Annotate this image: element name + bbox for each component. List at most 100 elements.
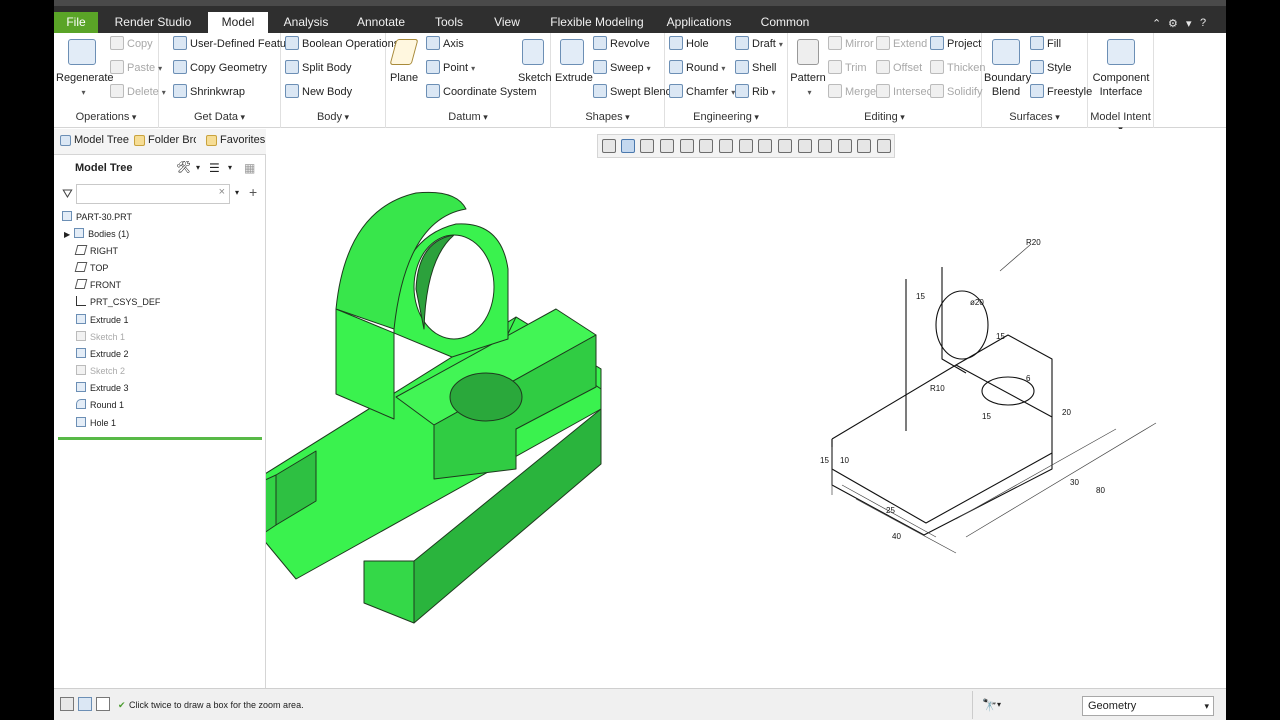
help-icon[interactable]: ? bbox=[1200, 17, 1206, 29]
tab-tools[interactable]: Tools bbox=[426, 12, 472, 33]
selection-filter-select[interactable]: Geometry ▾ bbox=[1082, 696, 1214, 716]
group-label-get-data[interactable]: Get Data bbox=[159, 111, 280, 123]
extend-button[interactable]: Extend bbox=[876, 35, 927, 53]
intersect-button[interactable]: Intersect bbox=[876, 83, 935, 101]
copy-button[interactable]: Copy bbox=[110, 35, 153, 53]
tree-columns-icon[interactable]: ▦ bbox=[244, 161, 255, 175]
group-label-shapes[interactable]: Shapes bbox=[551, 111, 664, 123]
sweep-icon bbox=[593, 60, 607, 74]
datum-plane-icon bbox=[74, 245, 88, 255]
tab-model-tree[interactable]: Model Tree bbox=[60, 134, 129, 146]
new-body-button[interactable]: New Body bbox=[285, 83, 352, 101]
round-button[interactable]: Round ▾ bbox=[669, 59, 725, 77]
mirror-button[interactable]: Mirror bbox=[828, 35, 874, 53]
dim-r20: R20 bbox=[1026, 238, 1041, 247]
find-dropdown-icon[interactable]: ▾ bbox=[997, 700, 1001, 709]
tree-node-csys[interactable]: PRT_CSYS_DEF bbox=[76, 295, 160, 310]
tree-node-top[interactable]: TOP bbox=[74, 261, 108, 276]
find-icon[interactable]: 🔭 bbox=[982, 698, 997, 712]
learning-icon[interactable]: ▾ bbox=[1186, 17, 1192, 30]
settings-gear-icon[interactable]: ⚙ bbox=[1168, 17, 1178, 30]
tree-node-extrude-1[interactable]: Extrude 1 bbox=[76, 313, 129, 328]
pattern-button[interactable]: Pattern ▾ bbox=[790, 39, 826, 100]
tree-node-extrude-3[interactable]: Extrude 3 bbox=[76, 381, 129, 396]
group-label-editing[interactable]: Editing bbox=[788, 111, 981, 123]
group-label-engineering[interactable]: Engineering bbox=[665, 111, 787, 123]
group-label-datum[interactable]: Datum bbox=[386, 111, 550, 123]
paste-button[interactable]: Paste ▾ bbox=[110, 59, 162, 77]
tab-folder-browser[interactable]: Folder Bro bbox=[134, 134, 196, 146]
tree-node-sketch-1[interactable]: Sketch 1 bbox=[76, 330, 125, 345]
group-label-body[interactable]: Body bbox=[281, 111, 385, 123]
rib-button[interactable]: Rib ▾ bbox=[735, 83, 776, 101]
dim-25: 25 bbox=[886, 506, 895, 515]
plane-button[interactable]: Plane bbox=[389, 39, 419, 85]
sweep-button[interactable]: Sweep ▾ bbox=[593, 59, 651, 77]
tree-show-icon[interactable]: ☰ bbox=[209, 161, 220, 175]
tree-node-right[interactable]: RIGHT bbox=[74, 244, 118, 259]
solidify-button[interactable]: Solidify bbox=[930, 83, 982, 101]
user-defined-feature-button[interactable]: User-Defined Feature bbox=[173, 35, 296, 53]
split-body-button[interactable]: Split Body bbox=[285, 59, 352, 77]
shell-button[interactable]: Shell bbox=[735, 59, 776, 77]
tab-common[interactable]: Common bbox=[754, 12, 816, 33]
group-label-surfaces[interactable]: Surfaces bbox=[982, 111, 1087, 123]
expand-arrow-icon[interactable]: ▶ bbox=[64, 230, 70, 239]
shrinkwrap-button[interactable]: Shrinkwrap bbox=[173, 83, 245, 101]
chamfer-button[interactable]: Chamfer ▾ bbox=[669, 83, 735, 101]
add-filter-icon[interactable]: + bbox=[249, 184, 257, 200]
graphics-window[interactable]: R20 15 ø20 15 R10 6 15 20 15 10 25 40 30… bbox=[266, 129, 1226, 688]
coordinate-system-button[interactable]: Coordinate System bbox=[426, 83, 537, 101]
point-button[interactable]: Point ▾ bbox=[426, 59, 475, 77]
browser-toggle-icon[interactable] bbox=[78, 697, 92, 711]
insert-here-marker[interactable] bbox=[58, 437, 262, 440]
filter-icon[interactable]: ⛛ bbox=[62, 186, 73, 202]
boundary-blend-button[interactable]: Boundary Blend bbox=[984, 39, 1031, 99]
tree-node-extrude-2[interactable]: Extrude 2 bbox=[76, 347, 129, 362]
style-button[interactable]: Style bbox=[1030, 59, 1071, 77]
search-dropdown-icon[interactable]: ▾ bbox=[235, 188, 239, 197]
tab-render-studio[interactable]: Render Studio bbox=[104, 12, 202, 33]
tab-applications[interactable]: Applications bbox=[662, 12, 736, 33]
tree-search-input[interactable]: × bbox=[76, 184, 230, 204]
copy-geometry-button[interactable]: Copy Geometry bbox=[173, 59, 267, 77]
revolve-button[interactable]: Revolve bbox=[593, 35, 650, 53]
sketch-button[interactable]: Sketch bbox=[518, 39, 552, 85]
extrude-button[interactable]: Extrude bbox=[555, 39, 593, 85]
tree-node-front[interactable]: FRONT bbox=[74, 278, 121, 293]
freestyle-button[interactable]: Freestyle bbox=[1030, 83, 1092, 101]
tree-settings-dropdown-icon[interactable]: ▾ bbox=[196, 163, 200, 172]
tree-node-hole-1[interactable]: Hole 1 bbox=[76, 416, 116, 431]
regenerate-button[interactable]: Regenerate ▾ bbox=[56, 39, 114, 100]
draft-button[interactable]: Draft ▾ bbox=[735, 35, 783, 53]
tree-node-round-1[interactable]: Round 1 bbox=[76, 398, 124, 413]
fullscreen-icon[interactable] bbox=[96, 697, 110, 711]
delete-button[interactable]: Delete ▾ bbox=[110, 83, 166, 101]
tree-node-part[interactable]: PART-30.PRT bbox=[62, 210, 132, 225]
tab-flexible-modeling[interactable]: Flexible Modeling bbox=[544, 12, 650, 33]
tab-favorites[interactable]: Favorites bbox=[206, 134, 265, 146]
tab-analysis[interactable]: Analysis bbox=[276, 12, 336, 33]
tree-show-dropdown-icon[interactable]: ▾ bbox=[228, 163, 232, 172]
offset-button[interactable]: Offset bbox=[876, 59, 922, 77]
fill-button[interactable]: Fill bbox=[1030, 35, 1061, 53]
tree-settings-icon[interactable]: 🛠 bbox=[176, 160, 191, 174]
group-label-operations[interactable]: Operations bbox=[54, 111, 158, 123]
hole-button[interactable]: Hole bbox=[669, 35, 709, 53]
tab-view[interactable]: View bbox=[486, 12, 528, 33]
merge-button[interactable]: Merge bbox=[828, 83, 876, 101]
tab-annotate[interactable]: Annotate bbox=[350, 12, 412, 33]
swept-blend-button[interactable]: Swept Blend bbox=[593, 83, 672, 101]
axis-button[interactable]: Axis bbox=[426, 35, 464, 53]
tree-node-sketch-2[interactable]: Sketch 2 bbox=[76, 364, 125, 379]
clear-search-icon[interactable]: × bbox=[219, 186, 225, 198]
trim-button[interactable]: Trim bbox=[828, 59, 867, 77]
boolean-operations-button[interactable]: Boolean Operations bbox=[285, 35, 399, 53]
tab-file[interactable]: File bbox=[54, 12, 98, 33]
navigator-toggle-icon[interactable] bbox=[60, 697, 74, 711]
minimize-ribbon-icon[interactable]: ⌃ bbox=[1152, 17, 1161, 30]
tree-node-bodies[interactable]: ▶ Bodies (1) bbox=[64, 227, 129, 242]
thicken-button[interactable]: Thicken bbox=[930, 59, 986, 77]
component-interface-button[interactable]: Component Interface bbox=[1090, 39, 1152, 99]
project-button[interactable]: Project bbox=[930, 35, 981, 53]
